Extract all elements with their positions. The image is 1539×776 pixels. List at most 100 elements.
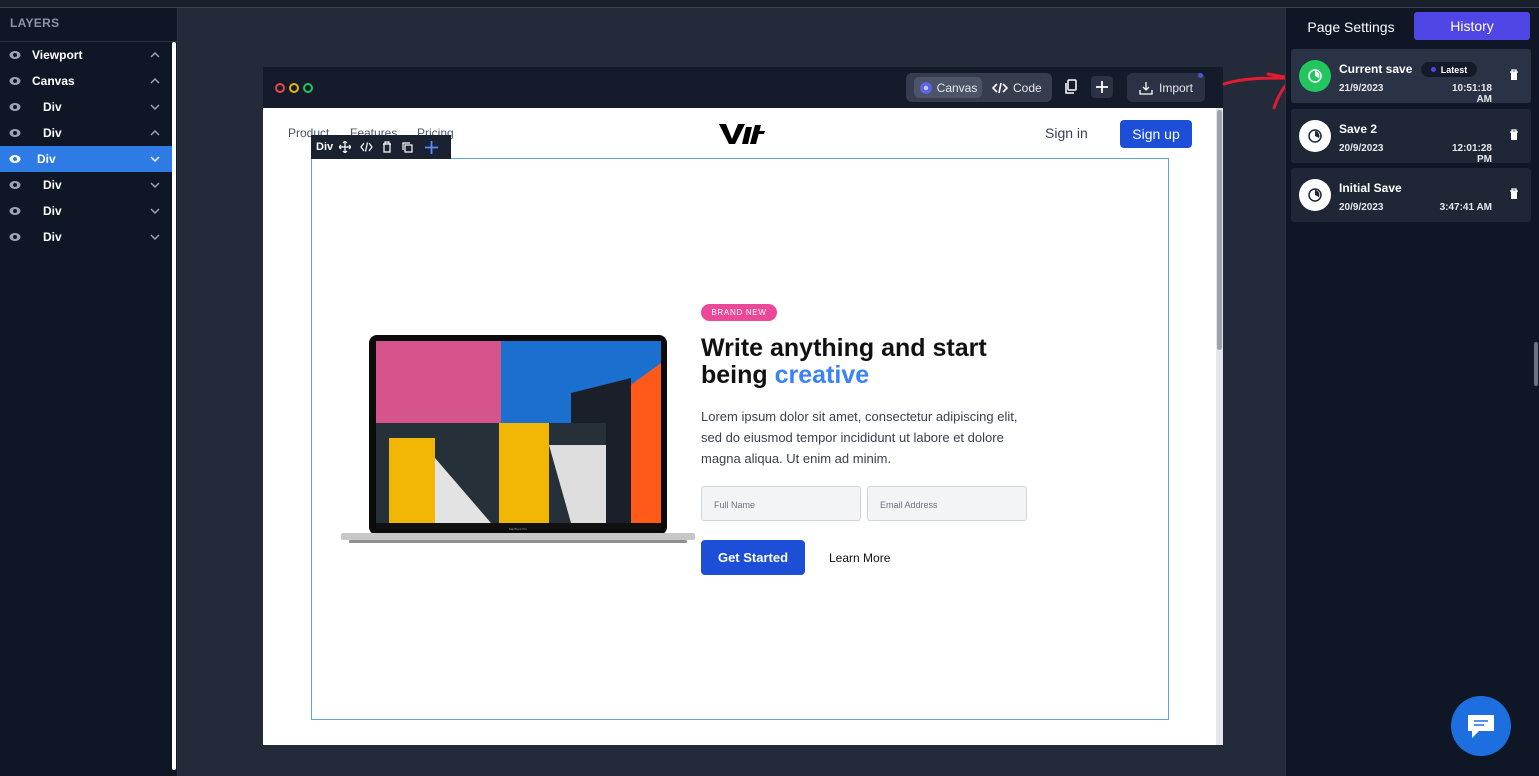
copy-button[interactable] bbox=[1060, 76, 1082, 98]
signin-link[interactable]: Sign in bbox=[1045, 125, 1088, 141]
copy-icon bbox=[1065, 79, 1077, 94]
visibility-eye-icon[interactable] bbox=[9, 154, 21, 164]
save-time: 12:01:28 PM bbox=[1451, 143, 1492, 165]
add-child-icon[interactable] bbox=[425, 140, 439, 154]
layer-row[interactable]: Div bbox=[0, 224, 172, 250]
brand-new-badge: BRAND NEW bbox=[701, 304, 777, 321]
duplicate-icon[interactable] bbox=[402, 141, 413, 153]
save-item-initial[interactable]: Initial Save 20/9/2023 3:47:41 AM bbox=[1291, 168, 1531, 222]
laptop-image: MacBook Pro bbox=[341, 335, 695, 543]
layer-label: Div bbox=[43, 126, 62, 140]
visibility-eye-icon[interactable] bbox=[9, 180, 21, 190]
canvas-frame: Canvas Code Import Product Features Pric… bbox=[263, 67, 1223, 745]
view-toggle: Canvas Code bbox=[906, 73, 1052, 102]
layer-label: Viewport bbox=[32, 48, 83, 62]
learn-more-link[interactable]: Learn More bbox=[829, 551, 890, 565]
layer-row[interactable]: Div bbox=[0, 94, 172, 120]
chevron-down-icon[interactable] bbox=[150, 206, 160, 216]
delete-save-icon[interactable] bbox=[1509, 129, 1519, 141]
hero-description: Lorem ipsum dolor sit amet, consectetur … bbox=[701, 409, 1018, 466]
layer-label: Canvas bbox=[32, 74, 75, 88]
visibility-eye-icon[interactable] bbox=[9, 128, 21, 138]
layer-row[interactable]: Div bbox=[0, 172, 172, 198]
visibility-eye-icon[interactable] bbox=[9, 50, 21, 60]
chevron-up-icon[interactable] bbox=[150, 76, 160, 86]
trash-icon[interactable] bbox=[382, 141, 392, 153]
element-type-label: Div bbox=[316, 141, 334, 153]
top-strip bbox=[0, 0, 1539, 8]
save-time: 10:51:18 AM bbox=[1451, 83, 1492, 105]
chevron-down-icon[interactable] bbox=[150, 154, 160, 164]
layer-row[interactable]: Div bbox=[0, 198, 172, 224]
save-item-current[interactable]: Current save Latest 21/9/2023 10:51:18 A… bbox=[1291, 49, 1531, 105]
clock-icon bbox=[1308, 69, 1322, 83]
laptop-label: MacBook Pro bbox=[509, 527, 527, 531]
get-started-button[interactable]: Get Started bbox=[701, 540, 805, 575]
import-button[interactable]: Import bbox=[1127, 73, 1205, 102]
delete-save-icon[interactable] bbox=[1509, 188, 1519, 200]
save-time: 3:47:41 AM bbox=[1439, 202, 1492, 213]
import-label: Import bbox=[1158, 80, 1193, 95]
import-icon bbox=[1139, 81, 1153, 95]
delete-save-icon[interactable] bbox=[1509, 69, 1519, 81]
canvas-icon bbox=[919, 81, 932, 94]
code-icon[interactable] bbox=[360, 142, 373, 152]
layer-label: Div bbox=[43, 204, 62, 218]
canvas-toolbar: Canvas Code Import bbox=[263, 67, 1223, 108]
full-name-input[interactable]: Full Name bbox=[701, 486, 861, 521]
layer-label: Div bbox=[43, 100, 62, 114]
save-name: Save 2 bbox=[1339, 122, 1378, 136]
latest-label: Latest bbox=[1440, 64, 1468, 75]
canvas-scrollbar[interactable] bbox=[1216, 108, 1223, 745]
add-button[interactable] bbox=[1091, 76, 1113, 98]
chevron-down-icon[interactable] bbox=[150, 180, 160, 190]
layers-title: LAYERS bbox=[0, 8, 177, 42]
tab-history[interactable]: History bbox=[1414, 12, 1530, 40]
layer-row[interactable]: Viewport bbox=[0, 42, 172, 68]
clock-icon bbox=[1308, 188, 1322, 202]
canvas-scrollbar-thumb[interactable] bbox=[1217, 110, 1222, 350]
layer-label: Div bbox=[43, 178, 62, 192]
layer-label: Div bbox=[43, 230, 62, 244]
save-date: 21/9/2023 bbox=[1339, 83, 1384, 94]
history-scrollbar[interactable] bbox=[1534, 342, 1538, 386]
chat-icon bbox=[1468, 715, 1494, 738]
save-item-2[interactable]: Save 2 20/9/2023 12:01:28 PM bbox=[1291, 109, 1531, 165]
chevron-up-icon[interactable] bbox=[150, 128, 160, 138]
window-close-dot[interactable] bbox=[275, 83, 285, 93]
visibility-eye-icon[interactable] bbox=[9, 206, 21, 216]
window-minimize-dot[interactable] bbox=[289, 83, 299, 93]
code-view-button[interactable]: Code bbox=[992, 77, 1048, 98]
visibility-eye-icon[interactable] bbox=[9, 76, 21, 86]
signup-button[interactable]: Sign up bbox=[1120, 120, 1192, 148]
import-notification-dot bbox=[1198, 73, 1203, 78]
plus-icon bbox=[1096, 81, 1108, 93]
canvas-view-label: Canvas bbox=[936, 80, 978, 95]
layers-panel: LAYERS Viewport Canvas Div Div Div Div Div Div bbox=[0, 8, 178, 776]
chevron-down-icon[interactable] bbox=[150, 232, 160, 242]
hero-title-line2: being creative bbox=[701, 362, 1021, 389]
layer-row[interactable]: Div bbox=[0, 120, 172, 146]
element-toolbar: Div bbox=[311, 135, 451, 159]
visibility-eye-icon[interactable] bbox=[9, 232, 21, 242]
layer-row[interactable]: Canvas bbox=[0, 68, 172, 94]
latest-badge: Latest bbox=[1421, 62, 1477, 77]
clock-icon bbox=[1308, 129, 1322, 143]
tab-page-settings[interactable]: Page Settings bbox=[1296, 14, 1406, 40]
save-name: Current save bbox=[1339, 62, 1413, 76]
window-maximize-dot[interactable] bbox=[303, 83, 313, 93]
email-input[interactable]: Email Address bbox=[867, 486, 1027, 521]
chevron-down-icon[interactable] bbox=[150, 102, 160, 112]
visibility-eye-icon[interactable] bbox=[9, 102, 21, 112]
move-icon[interactable] bbox=[339, 141, 352, 153]
layer-row[interactable]: Div bbox=[0, 146, 172, 172]
chat-button[interactable] bbox=[1451, 696, 1511, 756]
save-name: Initial Save bbox=[1339, 181, 1402, 195]
save-status-icon bbox=[1299, 179, 1331, 211]
canvas-view-button[interactable]: Canvas bbox=[914, 77, 982, 98]
hero-title-accent: creative bbox=[774, 361, 870, 389]
layers-scrollbar[interactable] bbox=[172, 42, 176, 770]
chevron-up-icon[interactable] bbox=[150, 50, 160, 60]
layer-list: Viewport Canvas Div Div Div Div Div Div bbox=[0, 42, 177, 250]
save-status-icon bbox=[1299, 120, 1331, 152]
